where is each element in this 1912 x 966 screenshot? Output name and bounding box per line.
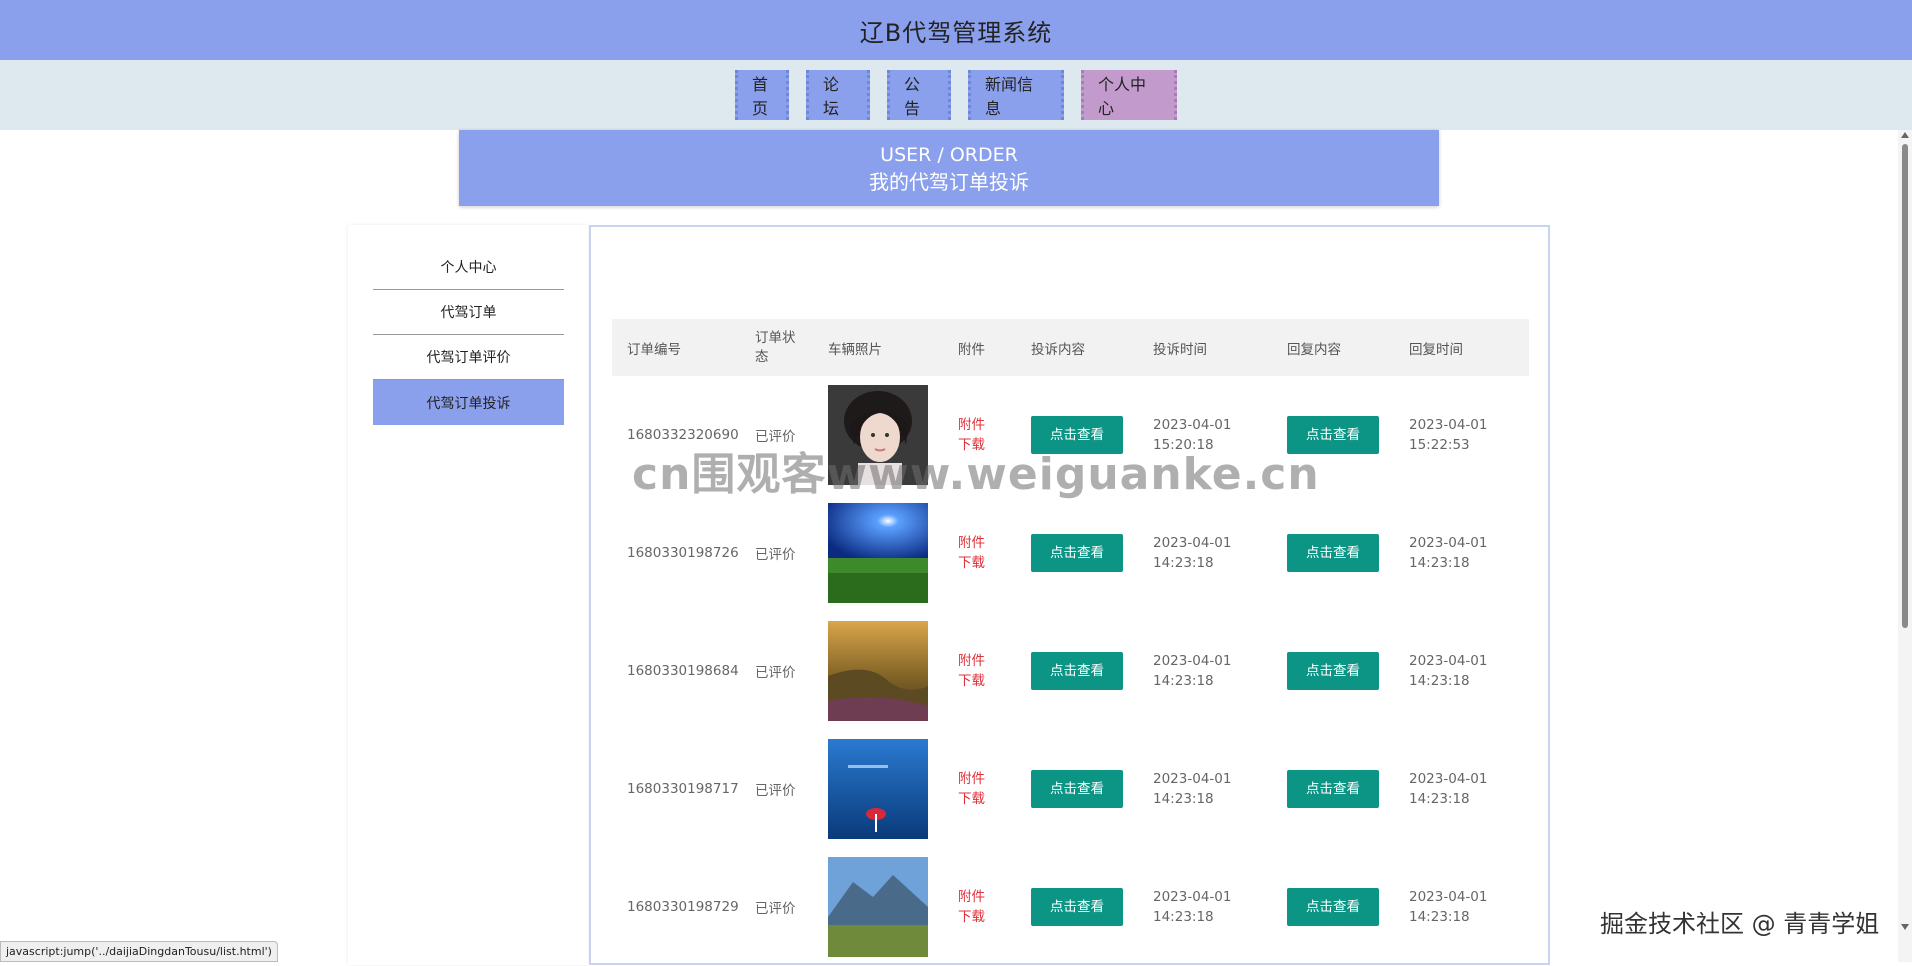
order-status: 已评价 bbox=[755, 783, 796, 799]
content-panel: 订单编号 订单状态 车辆照片 附件 投诉内容 投诉时间 回复内容 回复时间 16… bbox=[589, 225, 1550, 965]
reply-content-cell: 点击查看 bbox=[1272, 494, 1394, 612]
sidebar-item-order-reviews[interactable]: 代驾订单评价 bbox=[373, 335, 564, 380]
view-complaint-button[interactable]: 点击查看 bbox=[1031, 534, 1123, 572]
col-reply-content: 回复内容 bbox=[1287, 341, 1341, 358]
col-complaint-time: 投诉时间 bbox=[1153, 341, 1207, 358]
sidebar-item-order-complaints[interactable]: 代驾订单投诉 bbox=[373, 380, 564, 425]
order-status: 已评价 bbox=[755, 901, 796, 917]
order-status: 已评价 bbox=[755, 665, 796, 681]
top-header: 辽B代驾管理系统 bbox=[0, 0, 1912, 60]
reply-content-cell: 点击查看 bbox=[1272, 612, 1394, 730]
sidebar: 个人中心 代驾订单 代驾订单评价 代驾订单投诉 bbox=[348, 225, 588, 965]
attachment-download-link[interactable]: 附件下载 bbox=[943, 612, 1016, 730]
reply-time: 2023-04-01 14:23:18 bbox=[1409, 653, 1488, 689]
order-no: 1680332320690 bbox=[627, 427, 739, 443]
nav-item-news[interactable]: 新闻信息 bbox=[968, 70, 1064, 120]
vehicle-photo-image bbox=[828, 621, 928, 721]
reply-content-cell: 点击查看 bbox=[1272, 848, 1394, 966]
order-no: 1680330198717 bbox=[627, 781, 739, 797]
nav-item-forum[interactable]: 论坛 bbox=[806, 70, 870, 120]
system-title: 辽B代驾管理系统 bbox=[859, 18, 1053, 47]
order-no: 1680330198726 bbox=[627, 545, 739, 561]
view-complaint-button[interactable]: 点击查看 bbox=[1031, 652, 1123, 690]
vehicle-photo[interactable] bbox=[813, 376, 943, 494]
table-row: 1680330198726 已评价 附件下载 点击查看 2023-04-01 14… bbox=[612, 494, 1529, 612]
reply-time: 2023-04-01 14:23:18 bbox=[1409, 535, 1488, 571]
banner-en-title: USER / ORDER bbox=[880, 144, 1018, 166]
attachment-download-link[interactable]: 附件下载 bbox=[943, 848, 1016, 966]
reply-content-cell: 点击查看 bbox=[1272, 376, 1394, 494]
view-complaint-button[interactable]: 点击查看 bbox=[1031, 770, 1123, 808]
col-attachment: 附件 bbox=[958, 341, 985, 358]
order-no: 1680330198684 bbox=[627, 663, 739, 679]
complaint-time: 2023-04-01 14:23:18 bbox=[1153, 771, 1232, 807]
footer-watermark: 掘金技术社区 @ 青青学姐 bbox=[1600, 910, 1880, 938]
banner-cn-title: 我的代驾订单投诉 bbox=[869, 170, 1029, 194]
view-reply-button[interactable]: 点击查看 bbox=[1287, 534, 1379, 572]
complaint-content-cell: 点击查看 bbox=[1016, 730, 1138, 848]
view-reply-button[interactable]: 点击查看 bbox=[1287, 652, 1379, 690]
view-complaint-button[interactable]: 点击查看 bbox=[1031, 416, 1123, 454]
complaint-content-cell: 点击查看 bbox=[1016, 612, 1138, 730]
table-row: 1680332320690 已评价 附件下载 点击查看 2023-04-01 1… bbox=[612, 376, 1529, 494]
vehicle-photo-image bbox=[828, 385, 928, 485]
vehicle-photo-image bbox=[828, 739, 928, 839]
scroll-up-arrow-icon[interactable] bbox=[1901, 132, 1909, 138]
attachment-download-link[interactable]: 附件下载 bbox=[943, 376, 1016, 494]
order-no: 1680330198729 bbox=[627, 899, 739, 915]
scroll-thumb[interactable] bbox=[1902, 144, 1908, 628]
table-row: 1680330198684 已评价 附件下载 点击查看 2023-04-01 14… bbox=[612, 612, 1529, 730]
attachment-download-link[interactable]: 附件下载 bbox=[943, 730, 1016, 848]
sidebar-item-personal-center[interactable]: 个人中心 bbox=[373, 245, 564, 290]
col-photo: 车辆照片 bbox=[828, 341, 882, 358]
reply-time: 2023-04-01 15:22:53 bbox=[1409, 417, 1488, 453]
complaint-time: 2023-04-01 14:23:18 bbox=[1153, 653, 1232, 689]
col-complaint-content: 投诉内容 bbox=[1031, 341, 1085, 358]
vehicle-photo[interactable] bbox=[813, 730, 943, 848]
table-row: 1680330198729 已评价 附件下载 点击查看 2023-04-01 14… bbox=[612, 848, 1529, 966]
complaint-time: 2023-04-01 14:23:18 bbox=[1153, 889, 1232, 925]
col-status: 订单状态 bbox=[755, 329, 796, 365]
page-scrollbar[interactable] bbox=[1898, 130, 1912, 962]
vehicle-photo[interactable] bbox=[813, 494, 943, 612]
page-banner: USER / ORDER 我的代驾订单投诉 bbox=[459, 130, 1439, 206]
nav-item-personal-center[interactable]: 个人中心 bbox=[1081, 70, 1177, 120]
order-status: 已评价 bbox=[755, 429, 796, 445]
vehicle-photo[interactable] bbox=[813, 612, 943, 730]
vehicle-photo-image bbox=[828, 503, 928, 603]
reply-time: 2023-04-01 14:23:18 bbox=[1409, 889, 1488, 925]
main-nav: 首页 论坛 公告 新闻信息 个人中心 bbox=[0, 60, 1912, 130]
vehicle-photo[interactable] bbox=[813, 848, 943, 966]
complaints-table: 订单编号 订单状态 车辆照片 附件 投诉内容 投诉时间 回复内容 回复时间 16… bbox=[612, 319, 1529, 966]
table-row: 1680330198717 已评价 附件下载 点击查看 2023-04-01 14… bbox=[612, 730, 1529, 848]
view-reply-button[interactable]: 点击查看 bbox=[1287, 770, 1379, 808]
scroll-down-arrow-icon[interactable] bbox=[1901, 924, 1909, 930]
browser-status-bar: javascript:jump('../daijiaDingdanTousu/l… bbox=[0, 941, 278, 962]
reply-content-cell: 点击查看 bbox=[1272, 730, 1394, 848]
view-reply-button[interactable]: 点击查看 bbox=[1287, 888, 1379, 926]
col-reply-time: 回复时间 bbox=[1409, 341, 1463, 358]
vehicle-photo-image bbox=[828, 857, 928, 957]
order-status: 已评价 bbox=[755, 547, 796, 563]
complaint-time: 2023-04-01 14:23:18 bbox=[1153, 535, 1232, 571]
col-order-no: 订单编号 bbox=[627, 341, 681, 358]
complaint-content-cell: 点击查看 bbox=[1016, 494, 1138, 612]
sidebar-item-orders[interactable]: 代驾订单 bbox=[373, 290, 564, 335]
reply-time: 2023-04-01 14:23:18 bbox=[1409, 771, 1488, 807]
complaint-content-cell: 点击查看 bbox=[1016, 376, 1138, 494]
table-header-row: 订单编号 订单状态 车辆照片 附件 投诉内容 投诉时间 回复内容 回复时间 bbox=[612, 319, 1529, 376]
view-complaint-button[interactable]: 点击查看 bbox=[1031, 888, 1123, 926]
complaint-content-cell: 点击查看 bbox=[1016, 848, 1138, 966]
attachment-download-link[interactable]: 附件下载 bbox=[943, 494, 1016, 612]
nav-item-announcement[interactable]: 公告 bbox=[887, 70, 951, 120]
complaint-time: 2023-04-01 15:20:18 bbox=[1153, 417, 1232, 453]
nav-item-home[interactable]: 首页 bbox=[735, 70, 789, 120]
view-reply-button[interactable]: 点击查看 bbox=[1287, 416, 1379, 454]
